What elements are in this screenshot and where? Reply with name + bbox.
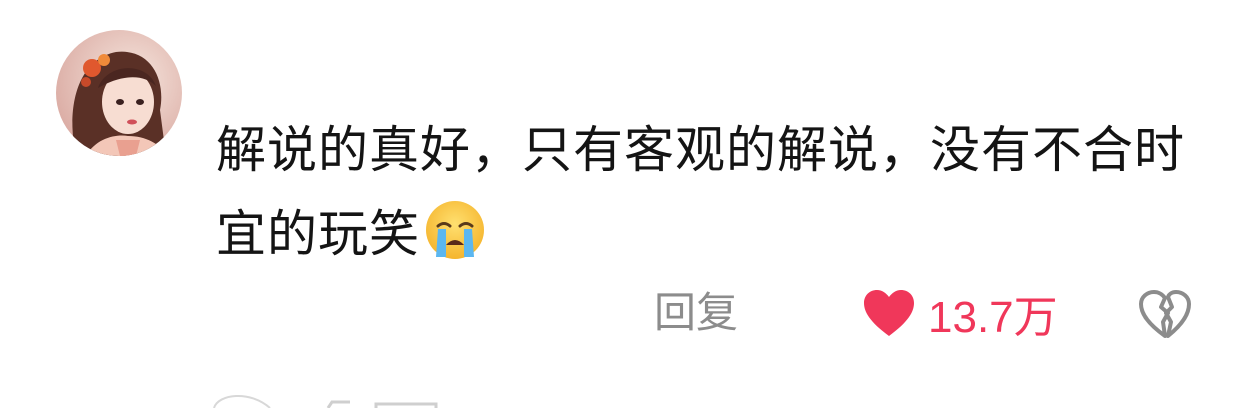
comment-text: 解说的真好，只有客观的解说，没有不合时宜的玩笑 — [216, 108, 1216, 276]
reply-button[interactable]: 回复 — [654, 287, 738, 339]
avatar[interactable] — [56, 30, 182, 156]
heart-icon — [862, 288, 916, 338]
loudly-crying-face-icon — [424, 199, 486, 261]
like-count: 13.7万 — [928, 293, 1058, 342]
dislike-button[interactable] — [1138, 289, 1192, 339]
broken-heart-icon — [1138, 289, 1192, 339]
like-button[interactable]: 13.7万 — [862, 283, 1058, 343]
comment-body: 解说的真好，只有客观的解说，没有不合时宜的玩笑 — [216, 121, 1185, 263]
next-comment-preview — [210, 386, 470, 408]
comment-actions: 回复 13.7万 — [0, 283, 1260, 343]
avatar-image — [56, 30, 182, 156]
